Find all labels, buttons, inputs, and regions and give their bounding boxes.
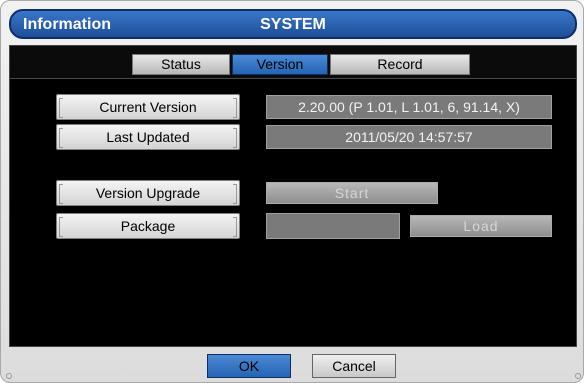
version-upgrade-label: Version Upgrade (56, 180, 240, 206)
load-package-button[interactable]: Load (410, 215, 552, 237)
title-bar: Information SYSTEM (9, 9, 577, 39)
section-title: SYSTEM (260, 16, 326, 33)
current-version-value: 2.20.00 (P 1.01, L 1.01, 6, 91.14, X) (266, 95, 552, 119)
start-upgrade-button[interactable]: Start (266, 182, 438, 204)
current-version-label: Current Version (56, 94, 240, 120)
package-label: Package (56, 213, 240, 239)
tab-record[interactable]: Record (330, 54, 470, 75)
resize-dot-icon (575, 373, 581, 379)
last-updated-label: Last Updated (56, 124, 240, 150)
last-updated-value: 2011/05/20 14:57:57 (266, 125, 552, 149)
tab-version[interactable]: Version (232, 54, 328, 75)
cancel-button[interactable]: Cancel (312, 354, 396, 378)
information-dialog: Information SYSTEM Status Version Record… (0, 0, 584, 383)
tab-bar: Status Version Record (10, 46, 576, 79)
tab-status[interactable]: Status (132, 54, 230, 75)
package-field[interactable] (266, 213, 400, 239)
content-panel: Status Version Record Current Version 2.… (9, 45, 577, 347)
ok-button[interactable]: OK (207, 354, 291, 378)
resize-dot-icon (6, 373, 12, 379)
